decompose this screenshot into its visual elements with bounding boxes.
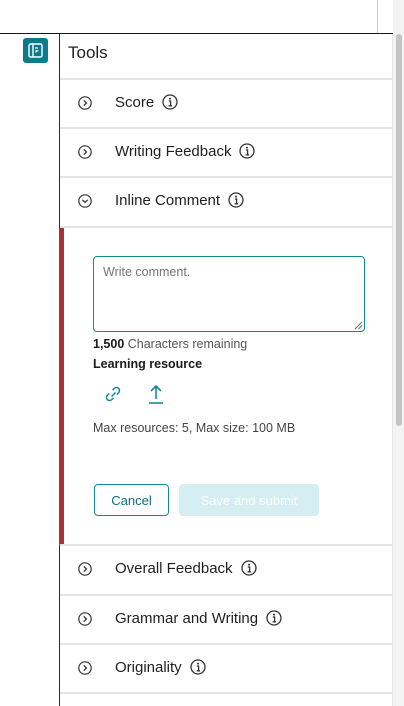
chevron-right-circle-icon — [78, 562, 92, 576]
grammar-and-writing-label-text: Grammar and Writing — [115, 610, 259, 627]
chevron-down-circle-icon — [78, 194, 92, 208]
save-and-submit-button[interactable]: Save and submit — [179, 484, 319, 516]
left-rail — [0, 34, 60, 706]
section-score[interactable]: Score — [60, 78, 392, 126]
inline-comment-label-text: Inline Comment — [115, 192, 221, 209]
tools-panel-toggle-button[interactable] — [23, 38, 48, 63]
section-writing-feedback[interactable]: Writing Feedback — [60, 127, 392, 175]
section-originality[interactable]: Originality — [60, 643, 392, 691]
chevron-right-circle-icon — [78, 145, 92, 159]
section-inline-comment[interactable]: Inline Comment — [60, 176, 392, 224]
score-label-text: Score — [115, 94, 155, 111]
overall-feedback-label-text: Overall Feedback — [115, 560, 233, 577]
section-overall-feedback[interactable]: Overall Feedback — [60, 544, 392, 592]
section-inline-comment-label: Inline Comment — [115, 191, 244, 209]
panel-right-edge — [392, 34, 393, 706]
section-overall-feedback-label: Overall Feedback — [115, 559, 257, 577]
tools-panel: Tools Score Writing Feedback Inline Comm… — [59, 34, 392, 706]
characters-remaining: 1,500 Characters remaining — [93, 337, 247, 351]
panel-title: Tools — [68, 43, 108, 62]
top-bar-divider — [377, 0, 378, 33]
scrollbar-thumb[interactable] — [396, 34, 402, 426]
learning-resource-label: Learning resource — [93, 357, 203, 371]
upload-icon[interactable] — [146, 383, 166, 405]
section-writing-feedback-label: Writing Feedback — [115, 142, 256, 160]
characters-remaining-count: 1,500 — [93, 337, 125, 351]
panel-bottom-divider — [60, 692, 392, 694]
panel-toggle-icon — [28, 43, 43, 58]
characters-remaining-text: Characters remaining — [124, 337, 248, 351]
info-icon[interactable] — [266, 609, 282, 626]
cancel-button[interactable]: Cancel — [94, 484, 169, 516]
section-originality-label: Originality — [115, 658, 206, 676]
comment-marker-bar — [59, 228, 64, 546]
info-icon[interactable] — [190, 658, 206, 675]
chevron-right-circle-icon — [78, 612, 92, 626]
link-icon[interactable] — [103, 384, 123, 404]
info-icon[interactable] — [240, 559, 257, 576]
resize-handle-icon[interactable] — [353, 320, 363, 330]
info-icon[interactable] — [239, 142, 256, 159]
originality-label-text: Originality — [115, 659, 182, 676]
writing-feedback-label-text: Writing Feedback — [115, 143, 232, 160]
max-resources-info: Max resources: 5, Max size: 100 MB — [93, 421, 296, 435]
inline-comment-editor: 1,500 Characters remaining Learning reso… — [59, 226, 392, 546]
info-icon[interactable] — [162, 93, 178, 110]
chevron-right-circle-icon — [78, 661, 92, 675]
section-grammar-and-writing[interactable]: Grammar and Writing — [60, 594, 392, 642]
section-score-label: Score — [115, 93, 178, 111]
chevron-right-circle-icon — [78, 96, 92, 110]
top-bar — [0, 0, 393, 34]
info-icon[interactable] — [228, 191, 244, 208]
comment-input[interactable] — [93, 256, 365, 332]
section-grammar-and-writing-label: Grammar and Writing — [115, 609, 282, 627]
